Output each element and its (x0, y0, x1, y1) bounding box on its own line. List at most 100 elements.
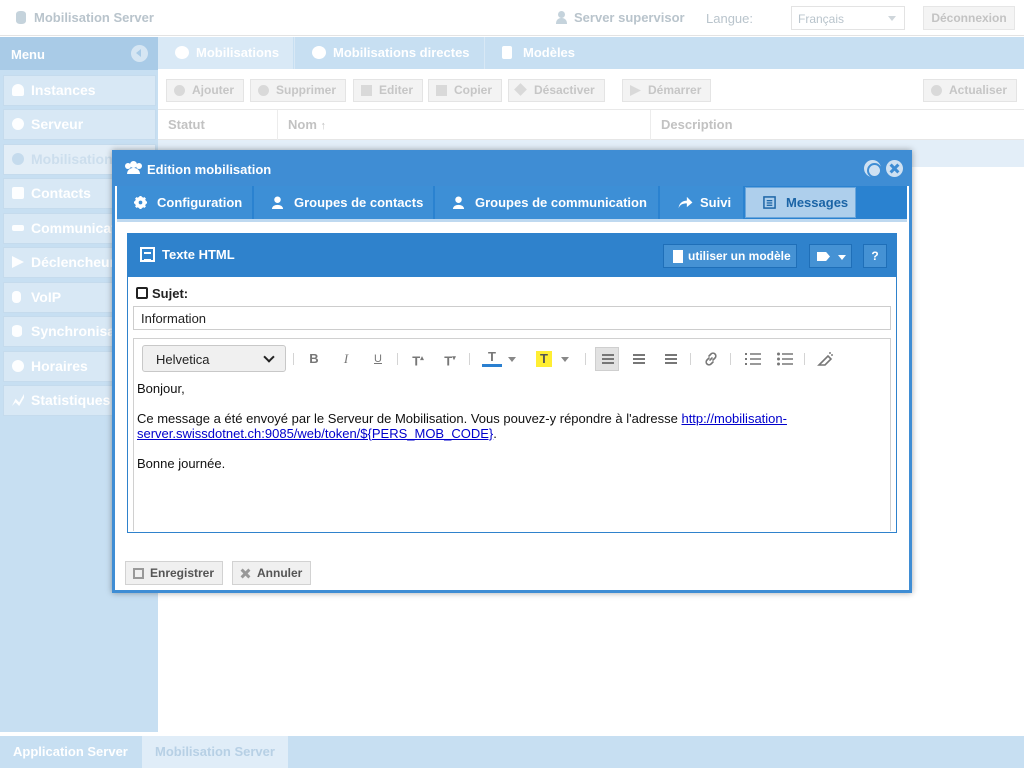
gear-icon (134, 196, 147, 209)
plus-icon (174, 85, 185, 96)
exchange-icon (12, 225, 24, 231)
tab-application-server[interactable]: Application Server (0, 736, 141, 768)
align-center-button[interactable] (629, 349, 649, 369)
tab-messages[interactable]: Messages (745, 187, 856, 218)
ordered-list-icon (745, 353, 761, 365)
file-icon (502, 46, 512, 59)
column-status[interactable]: Statut (158, 110, 278, 140)
align-right-button[interactable] (661, 349, 681, 369)
save-button[interactable]: Enregistrer (125, 561, 224, 585)
toolbar-separator (690, 353, 691, 365)
address-book-icon (12, 187, 24, 199)
rich-text-editor: Helvetica B I U T▴ T▾ T T Bonjour, Ce me… (133, 338, 891, 531)
ordered-list-button[interactable] (743, 349, 763, 369)
tab-mobilisation-server[interactable]: Mobilisation Server (142, 736, 288, 768)
close-icon (240, 568, 251, 579)
greeting-text: Bonjour, (137, 381, 185, 396)
tab-configuration[interactable]: Configuration (117, 186, 253, 219)
tab-modeles[interactable]: Modèles (484, 37, 588, 69)
play-icon (630, 85, 641, 96)
newspaper-icon (140, 247, 155, 262)
highlight-color-button[interactable]: T (536, 351, 552, 367)
align-left-icon (602, 354, 614, 364)
font-family-select[interactable]: Helvetica (142, 345, 286, 372)
top-bar: Mobilisation Server Server supervisor La… (0, 0, 1024, 36)
tab-contact-groups[interactable]: Groupes de contacts (254, 186, 434, 219)
chart-icon (12, 394, 24, 406)
panel-title: Texte HTML (162, 247, 235, 262)
gear-icon (12, 118, 24, 130)
chevron-down-icon[interactable] (561, 357, 569, 362)
align-left-button[interactable] (595, 347, 619, 371)
start-button[interactable]: Démarrer (622, 79, 712, 102)
menu-header: Menu (0, 37, 158, 70)
language-select[interactable]: Français (791, 6, 905, 30)
edit-icon (136, 287, 148, 299)
edit-button[interactable]: Editer (353, 79, 424, 102)
align-right-icon (665, 354, 677, 364)
bold-button[interactable]: B (304, 349, 324, 369)
bullet-list-button[interactable] (775, 349, 795, 369)
subject-label: Sujet: (136, 286, 188, 301)
panel-header: Texte HTML utiliser un modèle ? (128, 234, 896, 277)
close-icon[interactable] (886, 160, 903, 177)
html-editor-panel: Texte HTML utiliser un modèle ? Sujet: H… (127, 233, 897, 533)
toolbar-separator (730, 353, 731, 365)
tab-mobilisations-directes[interactable]: Mobilisations directes (294, 37, 483, 69)
subscript-button[interactable]: T▾ (440, 349, 460, 369)
list-alt-icon (763, 196, 776, 209)
close-icon (514, 83, 527, 96)
dialog-title: Edition mobilisation (147, 162, 272, 177)
copy-button[interactable]: Copier (428, 79, 503, 102)
sidebar-item-serveur[interactable]: Serveur (3, 109, 156, 140)
logout-button[interactable]: Déconnexion (923, 6, 1015, 30)
users-icon (125, 161, 142, 175)
minimize-icon[interactable] (864, 160, 882, 178)
cancel-button[interactable]: Annuler (232, 561, 312, 585)
minus-icon (258, 85, 269, 96)
link-button[interactable] (701, 349, 721, 369)
dialog-tabs: Configuration Groupes de contacts Groupe… (117, 186, 907, 219)
file-icon (673, 250, 683, 263)
clear-format-button[interactable] (815, 349, 835, 369)
editor-content[interactable]: Bonjour, Ce message a été envoyé par le … (134, 376, 890, 491)
share-icon (678, 196, 693, 209)
user-icon (452, 196, 465, 209)
subject-input[interactable] (133, 306, 891, 330)
help-button[interactable]: ? (863, 244, 887, 268)
user-icon (271, 196, 284, 209)
italic-button[interactable]: I (336, 349, 356, 369)
tab-mobilisations[interactable]: Mobilisations (158, 37, 293, 69)
editor-toolbar: Helvetica B I U T▴ T▾ T T (134, 339, 890, 376)
chevron-down-icon[interactable] (508, 357, 516, 362)
refresh-button[interactable]: Actualiser (923, 79, 1018, 102)
clock-icon (12, 360, 24, 372)
main-toolbar: Ajouter Supprimer Editer Copier Désactiv… (158, 69, 1024, 110)
crosshair-icon (312, 46, 326, 59)
text-color-button[interactable]: T (482, 349, 502, 367)
toolbar-separator (585, 353, 586, 365)
language-label: Langue: (706, 11, 753, 26)
copy-icon (436, 85, 447, 96)
column-description[interactable]: Description (651, 110, 1024, 140)
tab-communication-groups[interactable]: Groupes de communication (435, 186, 659, 219)
tags-dropdown-button[interactable] (809, 244, 852, 268)
bell-icon (12, 84, 24, 96)
tabs-divider (117, 219, 907, 222)
underline-button[interactable]: U (368, 349, 388, 369)
column-name[interactable]: Nom ↑ (278, 110, 651, 140)
delete-button[interactable]: Supprimer (250, 79, 347, 102)
disable-button[interactable]: Désactiver (508, 79, 605, 102)
use-model-button[interactable]: utiliser un modèle (663, 244, 797, 268)
superscript-button[interactable]: T▴ (408, 349, 428, 369)
toolbar-separator (293, 353, 294, 365)
sidebar-item-instances[interactable]: Instances (3, 75, 156, 106)
users-icon (12, 153, 24, 165)
align-center-icon (633, 354, 645, 364)
chevron-down-icon (263, 351, 275, 363)
collapse-icon[interactable] (131, 45, 148, 62)
chevron-down-icon (838, 255, 846, 260)
pencil-icon (361, 85, 372, 96)
tab-suivi[interactable]: Suivi (660, 186, 744, 219)
add-button[interactable]: Ajouter (166, 79, 244, 102)
